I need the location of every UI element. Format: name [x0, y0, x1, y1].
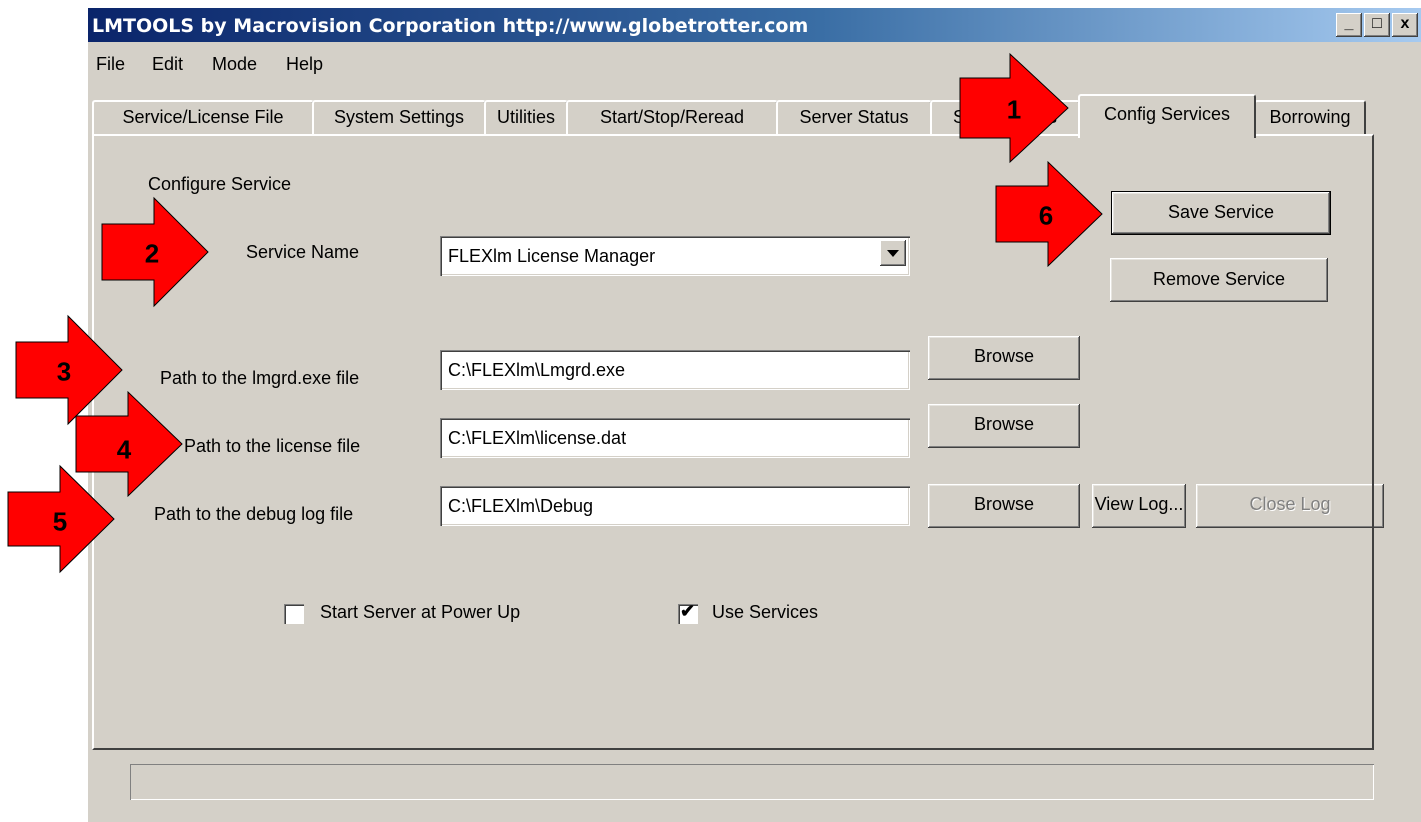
callout-number-5: 5 — [52, 506, 68, 537]
callout-arrow-5: 5 — [7, 464, 116, 574]
tab-system-settings[interactable]: System Settings — [312, 100, 486, 134]
status-bar — [130, 764, 1374, 800]
maximize-button[interactable]: □ — [1364, 13, 1390, 37]
tab-borrowing[interactable]: Borrowing — [1254, 100, 1366, 134]
callout-number-2: 2 — [144, 238, 160, 269]
callout-number-6: 6 — [1038, 200, 1054, 231]
window-title: LMTOOLS by Macrovision Corporation http:… — [92, 15, 809, 37]
tab-service-license-file[interactable]: Service/License File — [92, 100, 314, 134]
callout-number-3: 3 — [56, 356, 72, 387]
menu-file[interactable]: File — [96, 54, 125, 75]
callout-arrow-2: 2 — [101, 196, 210, 308]
lmtools-window: LMTOOLS by Macrovision Corporation http:… — [88, 8, 1421, 822]
close-button[interactable]: x — [1392, 13, 1418, 37]
minimize-button[interactable]: _ — [1336, 13, 1362, 37]
menu-edit[interactable]: Edit — [152, 54, 183, 75]
tab-server-status[interactable]: Server Status — [776, 100, 932, 134]
callout-number-4: 4 — [116, 434, 132, 465]
callout-arrow-1: 1 — [959, 52, 1070, 164]
config-services-panel — [92, 134, 1374, 750]
callout-number-1: 1 — [1006, 94, 1022, 125]
tab-config-services[interactable]: Config Services — [1078, 94, 1256, 138]
menu-mode[interactable]: Mode — [212, 54, 257, 75]
tab-start-stop-reread[interactable]: Start/Stop/Reread — [566, 100, 778, 134]
tab-utilities[interactable]: Utilities — [484, 100, 568, 134]
menu-bar: File Edit Mode Help — [88, 54, 1421, 80]
menu-help[interactable]: Help — [286, 54, 323, 75]
title-bar[interactable]: LMTOOLS by Macrovision Corporation http:… — [88, 8, 1421, 42]
callout-arrow-6: 6 — [995, 160, 1104, 268]
